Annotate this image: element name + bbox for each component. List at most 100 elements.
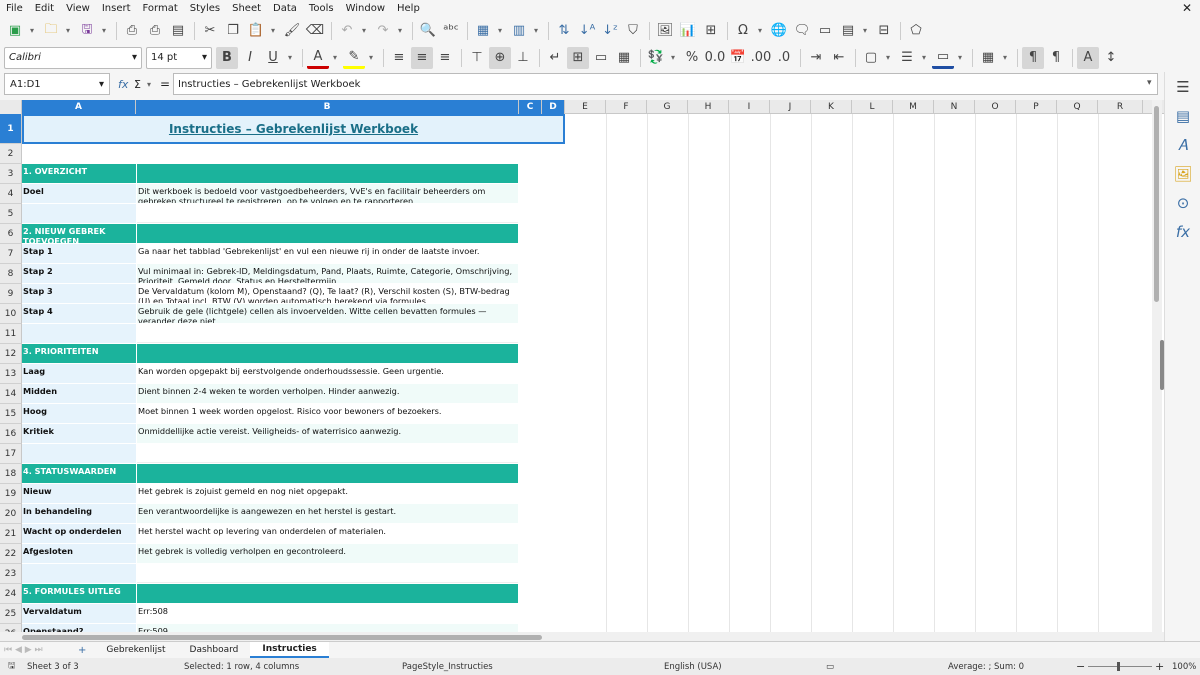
underline-icon[interactable]: U: [262, 47, 284, 69]
column-header-b[interactable]: B: [136, 100, 519, 114]
name-box[interactable]: A1:D1 ▾: [4, 73, 110, 95]
align-right-icon[interactable]: ≡: [434, 47, 456, 69]
menu-insert[interactable]: Insert: [102, 3, 131, 14]
menu-styles[interactable]: Styles: [190, 3, 220, 14]
label-vervaldatum[interactable]: Vervaldatum: [22, 604, 136, 623]
zoom-slider-thumb[interactable]: [1117, 662, 1120, 671]
section-header-prioriteiten[interactable]: 3. PRIORITEITEN: [22, 344, 136, 363]
label-stap-4[interactable]: Stap 4: [22, 304, 136, 323]
copy-icon[interactable]: ❐: [222, 20, 244, 42]
label-wacht-op-onderdelen[interactable]: Wacht op onderdelen: [22, 524, 136, 543]
styles-icon[interactable]: 𝐴: [1165, 130, 1200, 159]
empty-cell[interactable]: [22, 564, 136, 583]
font-name-box[interactable]: Calibri ▾: [4, 46, 142, 69]
row-header-2[interactable]: 2: [0, 144, 22, 164]
text-direction-vertical-icon[interactable]: ↕: [1100, 47, 1122, 69]
row-dropdown-icon[interactable]: ▾: [495, 20, 505, 42]
text-nieuw[interactable]: Het gebrek is zojuist gemeld en nog niet…: [137, 484, 518, 503]
text-laag[interactable]: Kan worden opgepakt bij eerstvolgende on…: [137, 364, 518, 383]
empty-cell[interactable]: [137, 324, 518, 343]
row-header-11[interactable]: 11: [0, 324, 22, 344]
currency-dropdown-icon[interactable]: ▾: [668, 47, 678, 69]
label-doel[interactable]: Doel: [22, 184, 136, 203]
zoom-slider[interactable]: [1088, 666, 1152, 667]
redo-dropdown-icon[interactable]: ▾: [395, 20, 405, 42]
row-header-9[interactable]: 9: [0, 284, 22, 304]
ltr-direction-icon[interactable]: ¶: [1022, 46, 1044, 69]
pivot-table-icon[interactable]: ⊞: [700, 20, 722, 42]
align-bottom-icon[interactable]: ⊥: [512, 47, 534, 69]
row-header-24[interactable]: 24: [0, 584, 22, 604]
tab-gebrekenlijst[interactable]: Gebrekenlijst: [94, 642, 177, 658]
section-header-fill[interactable]: [137, 584, 518, 603]
tab-dashboard[interactable]: Dashboard: [178, 642, 251, 658]
insert-chart-icon[interactable]: 📊: [677, 20, 699, 42]
bold-icon[interactable]: B: [216, 46, 238, 69]
open-folder-icon[interactable]: 🗀: [40, 20, 62, 42]
menu-sheet[interactable]: Sheet: [232, 3, 261, 14]
empty-cell[interactable]: [22, 444, 136, 463]
sort-descending-icon[interactable]: ↓ᶻ: [599, 20, 621, 42]
gallery-icon[interactable]: 🖼: [1165, 159, 1200, 188]
paste-dropdown-icon[interactable]: ▾: [268, 20, 278, 42]
column-header-i[interactable]: I: [729, 100, 770, 114]
tab-instructies[interactable]: Instructies: [250, 642, 329, 658]
date-format-icon[interactable]: 📅: [727, 47, 749, 69]
row-header-8[interactable]: 8: [0, 264, 22, 284]
unmerge-cells-icon[interactable]: ▦: [613, 47, 635, 69]
properties-icon[interactable]: ▤: [1165, 101, 1200, 130]
row-header-5[interactable]: 5: [0, 204, 22, 224]
column-header-l[interactable]: L: [852, 100, 893, 114]
highlight-color-icon[interactable]: ✎: [343, 47, 365, 69]
underline-dropdown-icon[interactable]: ▾: [285, 47, 295, 69]
section-header-fill[interactable]: [137, 224, 518, 243]
column-header-m[interactable]: M: [893, 100, 934, 114]
column-header-r[interactable]: R: [1098, 100, 1143, 114]
sheet-navigation-icon[interactable]: ⏮ ◀ ▶ ⏭: [0, 645, 70, 655]
row-header-3[interactable]: 3: [0, 164, 22, 184]
column-header-d[interactable]: D: [542, 100, 565, 114]
font-size-box[interactable]: 14 pt ▾: [146, 46, 212, 69]
special-character-icon[interactable]: Ω: [732, 20, 754, 42]
label-nieuw[interactable]: Nieuw: [22, 484, 136, 503]
label-midden[interactable]: Midden: [22, 384, 136, 403]
row-header-14[interactable]: 14: [0, 384, 22, 404]
section-header-fill[interactable]: [137, 164, 518, 183]
name-box-dropdown-icon[interactable]: ▾: [99, 79, 104, 90]
row-header-16[interactable]: 16: [0, 424, 22, 444]
add-decimal-icon[interactable]: .00: [750, 47, 772, 69]
section-header-formules[interactable]: 5. FORMULES UITLEG: [22, 584, 136, 603]
column-header-f[interactable]: F: [606, 100, 647, 114]
column-header-o[interactable]: O: [975, 100, 1016, 114]
print-preview-icon[interactable]: ▤: [167, 20, 189, 42]
spreadsheet-grid[interactable]: A B C D E F G H I J K L M N O P Q R 1 2 …: [0, 100, 1164, 632]
horizontal-scroll-thumb[interactable]: [22, 635, 542, 640]
column-icon[interactable]: ▥: [508, 20, 530, 42]
define-print-area-icon[interactable]: ▤: [837, 20, 859, 42]
special-char-dropdown-icon[interactable]: ▾: [755, 20, 765, 42]
spelling-icon[interactable]: ᵃᵇᶜ: [440, 20, 462, 42]
borders-icon[interactable]: ▢: [860, 47, 882, 69]
menu-help[interactable]: Help: [397, 3, 420, 14]
font-color-dropdown-icon[interactable]: ▾: [330, 47, 340, 69]
row-header-7[interactable]: 7: [0, 244, 22, 264]
font-name-dropdown-icon[interactable]: ▾: [132, 52, 137, 63]
row-header-13[interactable]: 13: [0, 364, 22, 384]
paste-icon[interactable]: 📋: [245, 20, 267, 42]
section-header-fill[interactable]: [137, 344, 518, 363]
column-header-a[interactable]: A: [22, 100, 136, 114]
column-header-n[interactable]: N: [934, 100, 975, 114]
text-stap-1[interactable]: Ga naar het tabblad 'Gebrekenlijst' en v…: [137, 244, 518, 263]
sidebar-menu-icon[interactable]: ☰: [1165, 72, 1200, 101]
menu-data[interactable]: Data: [273, 3, 297, 14]
find-replace-icon[interactable]: 🔍: [417, 20, 439, 42]
label-laag[interactable]: Laag: [22, 364, 136, 383]
zoom-in-icon[interactable]: +: [1155, 660, 1164, 673]
comment-icon[interactable]: 🗨: [791, 20, 813, 42]
export-pdf-icon[interactable]: ⎙: [121, 20, 143, 42]
row-header-22[interactable]: 22: [0, 544, 22, 564]
label-hoog[interactable]: Hoog: [22, 404, 136, 423]
empty-cell[interactable]: [22, 204, 136, 223]
undo-icon[interactable]: ↶: [336, 20, 358, 42]
navigator-icon[interactable]: ⊙: [1165, 188, 1200, 217]
